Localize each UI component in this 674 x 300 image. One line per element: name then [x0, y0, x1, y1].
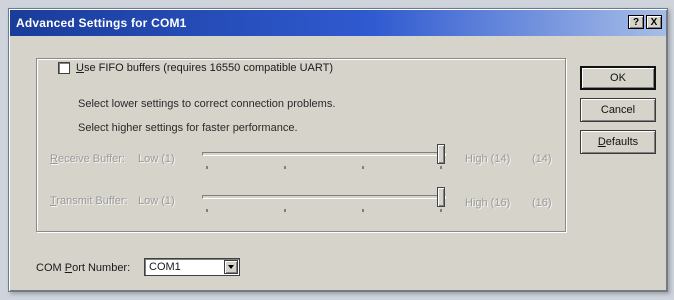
ok-button[interactable]: OK	[580, 66, 656, 90]
receive-buffer-tick	[440, 166, 442, 169]
transmit-buffer-label: Transmit Buffer:	[50, 195, 128, 207]
window-title: Advanced Settings for COM1	[16, 16, 187, 30]
transmit-buffer-slider-thumb[interactable]	[437, 187, 445, 207]
info-lower-settings: Select lower settings to correct connect…	[78, 98, 336, 110]
transmit-buffer-high-label: High (16)	[465, 197, 511, 209]
transmit-buffer-low-label: Low (1)	[138, 195, 175, 207]
close-button[interactable]: X	[646, 15, 662, 29]
fifo-checkbox-label[interactable]: Use FIFO buffers (requires 16550 compati…	[76, 62, 333, 74]
transmit-buffer-value: (16)	[532, 197, 552, 209]
com-port-value: COM1	[149, 261, 181, 273]
cancel-button[interactable]: Cancel	[580, 98, 656, 122]
com-port-number-label: COM Port Number:	[36, 262, 131, 274]
transmit-buffer-tick	[440, 209, 442, 212]
fifo-checkbox-row[interactable]: Use FIFO buffers (requires 16550 compati…	[56, 62, 337, 74]
transmit-buffer-slider-track[interactable]	[202, 195, 446, 199]
receive-buffer-low-label: Low (1)	[138, 153, 175, 165]
receive-buffer-high-label: High (14)	[465, 153, 511, 165]
receive-buffer-tick	[362, 166, 364, 169]
receive-buffer-slider-track[interactable]	[202, 152, 446, 156]
chevron-down-icon[interactable]	[224, 260, 238, 274]
info-higher-settings: Select higher settings for faster perfor…	[78, 122, 298, 134]
receive-buffer-tick	[206, 166, 208, 169]
receive-buffer-tick	[284, 166, 286, 169]
transmit-buffer-tick	[206, 209, 208, 212]
receive-buffer-slider-thumb[interactable]	[437, 144, 445, 164]
defaults-button[interactable]: Defaults	[580, 130, 656, 154]
com-port-select[interactable]: COM1	[144, 258, 240, 276]
title-bar[interactable]: Advanced Settings for COM1 ? X	[10, 10, 666, 36]
fifo-checkbox[interactable]	[58, 62, 70, 74]
receive-buffer-value: (14)	[532, 153, 552, 165]
close-icon: X	[650, 17, 658, 28]
receive-buffer-label: Receive Buffer:	[50, 153, 126, 165]
help-icon: ?	[632, 17, 640, 28]
transmit-buffer-tick	[362, 209, 364, 212]
transmit-buffer-tick	[284, 209, 286, 212]
help-button[interactable]: ?	[628, 15, 644, 29]
